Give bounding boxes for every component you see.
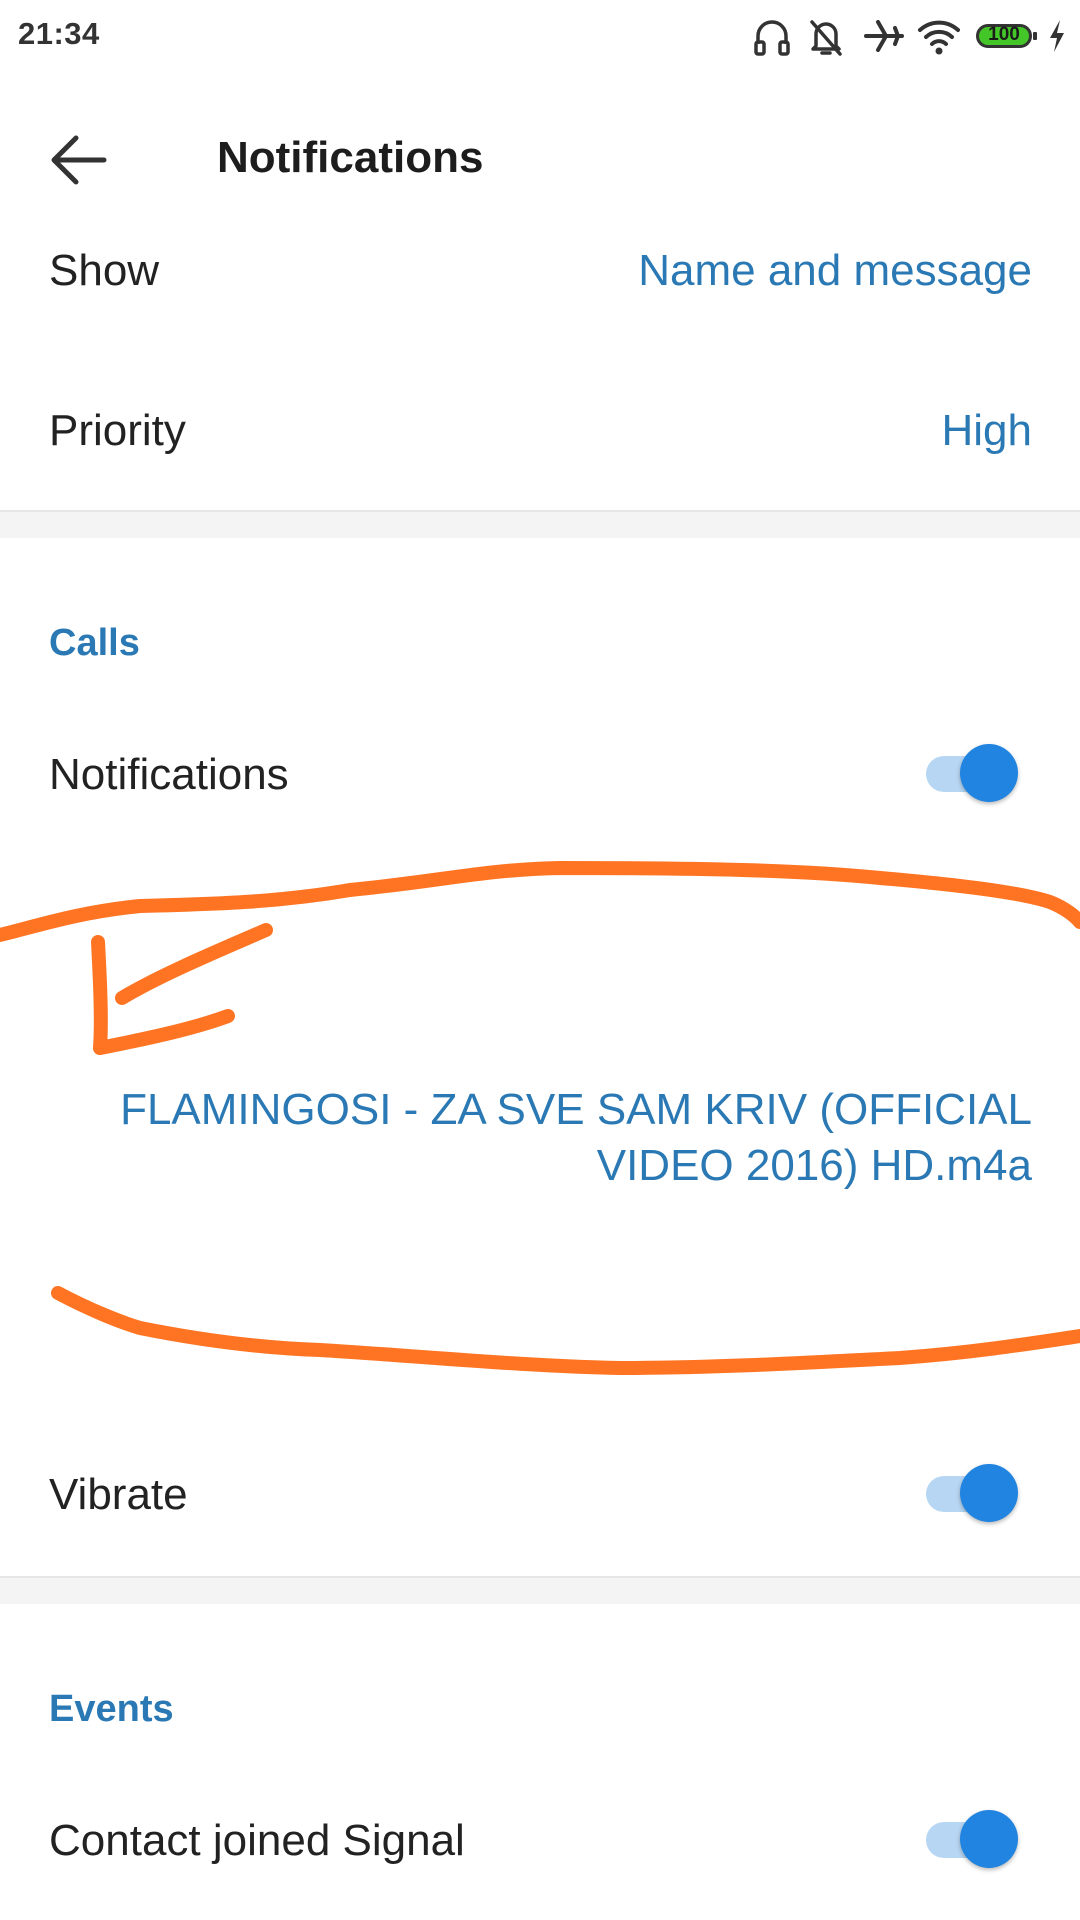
charging-bolt-icon bbox=[1050, 20, 1064, 52]
page-title: Notifications bbox=[217, 133, 484, 182]
show-value: Name and message bbox=[638, 246, 1032, 295]
priority-setting-row[interactable]: Priority High bbox=[0, 396, 1080, 516]
battery-icon: 100 bbox=[976, 24, 1037, 48]
airplane-icon bbox=[864, 20, 904, 52]
toggle-thumb bbox=[960, 1464, 1018, 1522]
vibrate-row[interactable]: Vibrate bbox=[0, 1462, 1080, 1592]
annotation-circle-bottom bbox=[51, 1286, 1080, 1376]
toolbar: Notifications bbox=[0, 90, 1080, 224]
wifi-icon bbox=[918, 20, 960, 55]
call-notifications-row[interactable]: Notifications bbox=[0, 740, 1080, 870]
show-setting-row[interactable]: Show Name and message bbox=[0, 234, 1080, 364]
headphones-icon bbox=[754, 20, 790, 56]
vibrate-label: Vibrate bbox=[49, 1470, 188, 1519]
contact-joined-row[interactable]: Contact joined Signal bbox=[0, 1808, 1080, 1920]
section-divider bbox=[0, 1576, 1080, 1604]
toggle-thumb bbox=[960, 1810, 1018, 1868]
events-section-header: Events bbox=[49, 1688, 174, 1730]
show-label: Show bbox=[49, 246, 160, 295]
battery-level: 100 bbox=[988, 24, 1020, 45]
calls-section-header: Calls bbox=[49, 622, 140, 664]
annotation-arrow-head bbox=[93, 923, 273, 1055]
contact-joined-label: Contact joined Signal bbox=[49, 1816, 465, 1865]
priority-value: High bbox=[941, 406, 1033, 455]
section-divider bbox=[0, 510, 1080, 538]
status-time: 21:34 bbox=[18, 16, 100, 51]
contact-joined-toggle[interactable] bbox=[926, 1810, 1022, 1870]
status-bar: 21:34 100 bbox=[0, 0, 1080, 72]
call-notifications-toggle[interactable] bbox=[926, 744, 1022, 804]
bell-off-icon bbox=[810, 20, 842, 56]
annotation-arrow-shaft bbox=[91, 935, 108, 1055]
priority-label: Priority bbox=[49, 406, 186, 455]
ringtone-value[interactable]: FLAMINGOSI - ZA SVE SAM KRIV (OFFICIAL V… bbox=[52, 1082, 1032, 1194]
annotation-circle-top bbox=[0, 860, 1080, 942]
arrow-left-icon[interactable] bbox=[40, 120, 120, 200]
vibrate-toggle[interactable] bbox=[926, 1464, 1022, 1524]
toggle-thumb bbox=[960, 744, 1018, 802]
call-notifications-label: Notifications bbox=[49, 750, 289, 799]
